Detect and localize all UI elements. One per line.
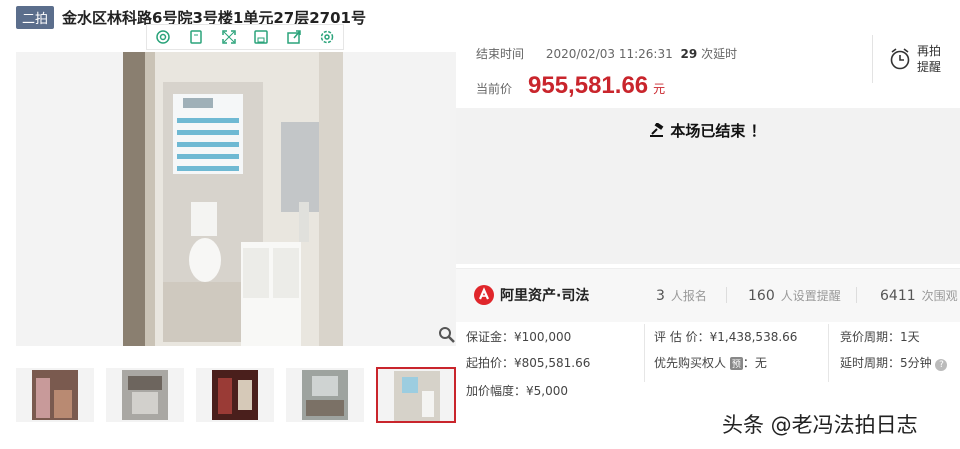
thumbnail-selected[interactable] [376,367,456,423]
thumbnail[interactable] [106,368,184,422]
deposit: 保证金：¥100,000 [466,330,572,344]
stats-bar: 阿里资产·司法 3 人报名 160 人设置提醒 6411 次围观 [456,268,960,322]
divider [828,324,829,382]
current-price: 955,581.66 [528,72,649,99]
main-image-viewer[interactable] [16,52,456,346]
image-toolbar [146,24,344,50]
bid-increment: 加价幅度：¥5,000 [466,384,568,398]
price-unit: 元 [653,82,666,96]
at-icon[interactable] [155,29,171,45]
current-price-row: 当前价 955,581.66 元 [476,72,665,100]
signups-count: 3 [656,288,665,304]
views-count: 6411 [880,288,916,304]
end-time-row: 结束时间 2020/02/03 11:26:31 29 次延时 [476,45,737,62]
priority-badge: 预 [729,357,743,370]
views-label: 次围观 [921,289,958,303]
signups-label: 人报名 [670,289,707,303]
divider [726,287,727,303]
watermark: 头条 @老冯法拍日志 [722,413,918,437]
end-time-value: 2020/02/03 11:26:31 [545,47,673,61]
copy-icon[interactable] [188,29,204,45]
auction-ended-text: 本场已结束 ！ [670,122,766,140]
auction-ended-message: 本场已结束 ！ [456,120,960,141]
alizc-logo-icon [474,285,494,305]
delay-count: 29 [680,47,698,61]
save-icon[interactable] [253,29,269,45]
round-tag: 二拍 [16,5,55,29]
share-icon[interactable] [286,29,302,45]
delay-label: 次延时 [701,47,738,61]
divider [644,324,645,382]
reminders-stat: 160 人设置提醒 [748,287,841,304]
alarm-clock-icon [890,48,910,70]
start-price: 起拍价：¥805,581.66 [466,356,591,370]
re-auction-reminder-button[interactable]: 再拍提醒 [872,35,960,83]
reminders-label: 人设置提醒 [780,289,841,303]
end-time-label: 结束时间 [476,47,525,61]
gavel-icon [650,122,664,137]
divider [856,287,857,303]
delay-cycle: 延时周期：5分钟 ? [840,354,948,371]
main-photo [123,52,343,346]
zoom-icon[interactable] [438,326,456,344]
signups-stat: 3 人报名 [656,287,707,304]
current-price-label: 当前价 [476,82,513,96]
help-icon[interactable]: ? [935,359,948,371]
reminders-count: 160 [748,288,775,304]
thumbnail[interactable] [196,368,274,422]
settings-icon[interactable] [319,29,335,45]
thumbnail[interactable] [16,368,94,422]
priority-buyer-label: 优先购买权人 [654,356,727,370]
thumbnail[interactable] [286,368,364,422]
alizc-logo-text: 阿里资产·司法 [500,288,590,304]
views-stat: 6411 次围观 [880,287,958,304]
priority-buyer: 优先购买权人 预：无 [654,354,767,371]
auction-ended-box: 本场已结束 ！ [456,108,960,264]
fullscreen-icon[interactable] [221,29,237,45]
appraisal-price: 评 估 价：¥1,438,538.66 [654,330,798,344]
re-auction-reminder-label: 再拍提醒 [917,44,942,74]
bidding-cycle: 竞价周期：1天 [840,330,920,344]
auction-page: 二拍 金水区林科路6号院3号楼1单元27层2701号 结束时间 2020/02/… [0,0,960,449]
thumbnail-strip [16,367,456,423]
delay-cycle-text: 延时周期：5分钟 [840,356,932,370]
priority-buyer-value: ：无 [742,356,767,370]
alizc-logo: 阿里资产·司法 [474,285,589,305]
